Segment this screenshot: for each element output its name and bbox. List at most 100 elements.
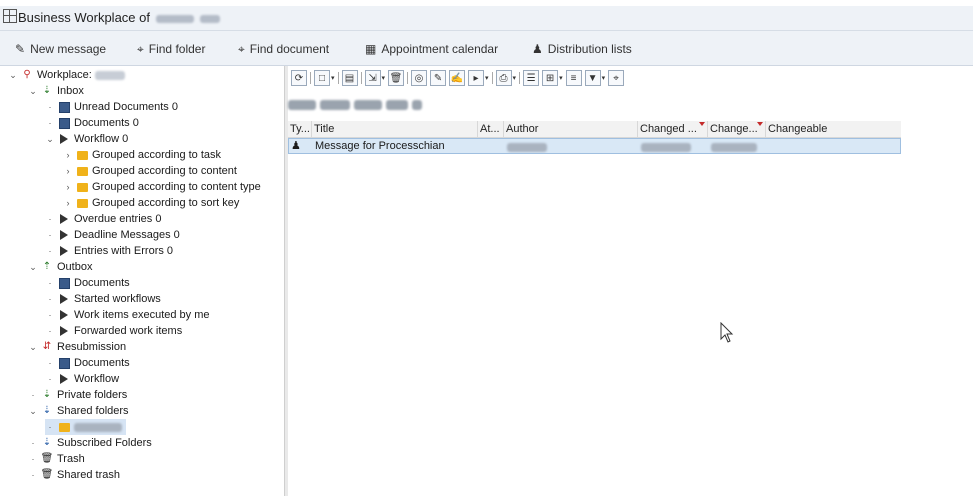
execute-icon[interactable]: ▸ bbox=[468, 70, 485, 86]
find-binoculars-icon[interactable]: ⌖ bbox=[608, 70, 625, 86]
tree-node-resubmission-documents[interactable]: · Documents bbox=[45, 355, 130, 371]
tree-node-subscribed-folders[interactable]: · ⇣ Subscribed Folders bbox=[28, 435, 152, 451]
new-message-button[interactable]: ✎ New message bbox=[15, 40, 106, 58]
tree-node-resubmission-workflow[interactable]: · Workflow bbox=[45, 371, 120, 387]
filter-icon[interactable]: ▼ bbox=[584, 70, 601, 86]
tree-node-outbox[interactable]: ⌄ ⇡ Outbox bbox=[28, 259, 92, 275]
column-header-attachment[interactable]: At... bbox=[478, 121, 504, 137]
tree-node-shared-folders[interactable]: ⌄ ⇣ Shared folders bbox=[28, 403, 129, 419]
appointment-calendar-label: Appointment calendar bbox=[381, 42, 499, 56]
collapse-chevron-icon[interactable]: ⌄ bbox=[28, 403, 38, 419]
tree-label: Trash bbox=[57, 453, 85, 465]
tree-node-deadline-messages[interactable]: · Deadline Messages 0 bbox=[45, 227, 180, 243]
tree-node-forwarded-work-items[interactable]: · Forwarded work items bbox=[45, 323, 183, 339]
collapse-chevron-icon[interactable]: ⌄ bbox=[28, 339, 38, 355]
find-folder-button[interactable]: ⌖ Find folder bbox=[137, 40, 205, 58]
tree-node-unread-documents[interactable]: · Unread Documents 0 bbox=[45, 99, 178, 115]
workflow-icon bbox=[58, 245, 70, 257]
print-icon[interactable]: ⎙ bbox=[495, 70, 512, 86]
find-document-label: Find document bbox=[249, 42, 330, 56]
document-icon[interactable]: □ bbox=[314, 70, 330, 86]
tree-node-entries-errors[interactable]: · Entries with Errors 0 bbox=[45, 243, 174, 259]
folder-icon bbox=[76, 165, 88, 177]
bullet-icon: · bbox=[31, 390, 35, 400]
expand-chevron-icon[interactable]: › bbox=[63, 179, 73, 195]
refresh-icon[interactable]: ⟳ bbox=[291, 70, 307, 86]
grid-header: Ty... Title At... Author Changed ... Cha… bbox=[288, 121, 901, 138]
dropdown-arrow-icon[interactable]: ▾ bbox=[485, 74, 489, 82]
expand-chevron-icon[interactable]: › bbox=[63, 163, 73, 179]
tree-label: Private folders bbox=[57, 389, 128, 401]
row-changed-date-redacted bbox=[639, 139, 709, 153]
tree-node-workflow[interactable]: ⌄ Workflow 0 bbox=[45, 131, 128, 147]
toolbar-separator bbox=[407, 72, 409, 84]
tree-node-shared-trash[interactable]: · 🗑 Shared trash bbox=[28, 467, 120, 483]
tree-label: Shared folders bbox=[57, 405, 129, 417]
dropdown-arrow-icon[interactable]: ▾ bbox=[602, 74, 606, 82]
tree-node-workplace[interactable]: ⌄ ⚲ Workplace: bbox=[8, 67, 125, 83]
tree-label: Subscribed Folders bbox=[57, 437, 152, 449]
sort-descending-icon bbox=[699, 122, 705, 126]
tree-label: Resubmission bbox=[57, 341, 127, 353]
tree-node-started-workflows[interactable]: · Started workflows bbox=[45, 291, 161, 307]
dropdown-arrow-icon[interactable]: ▾ bbox=[331, 74, 335, 82]
tree-node-grouped-sort-key[interactable]: › Grouped according to sort key bbox=[63, 195, 240, 211]
dropdown-arrow-icon[interactable]: ▾ bbox=[382, 74, 386, 82]
edit-document-icon[interactable]: ✍ bbox=[449, 70, 466, 86]
tree-node-work-items-executed[interactable]: · Work items executed by me bbox=[45, 307, 210, 323]
tree-node-grouped-content-type[interactable]: › Grouped according to content type bbox=[63, 179, 261, 195]
folder-icon bbox=[76, 149, 88, 161]
column-header-changed-time[interactable]: Change... bbox=[708, 121, 766, 137]
bullet-icon: · bbox=[48, 214, 52, 224]
tree-node-documents[interactable]: · Documents 0 bbox=[45, 115, 139, 131]
collapse-chevron-icon[interactable]: ⌄ bbox=[28, 83, 38, 99]
column-header-author[interactable]: Author bbox=[504, 121, 638, 137]
trash-icon: 🗑 bbox=[40, 469, 54, 480]
redacted-text bbox=[386, 100, 408, 110]
redacted-text bbox=[288, 100, 316, 110]
details-icon[interactable]: ☰ bbox=[523, 70, 540, 86]
move-icon[interactable]: ⇲ bbox=[364, 70, 381, 86]
column-header-changeable[interactable]: Changeable bbox=[766, 121, 901, 137]
table-row[interactable]: ♟ Message for Processchian bbox=[288, 138, 901, 154]
column-header-title[interactable]: Title bbox=[312, 121, 478, 137]
tree-node-trash[interactable]: · 🗑 Trash bbox=[28, 451, 85, 467]
tree-node-inbox[interactable]: ⌄ ⇣ Inbox bbox=[28, 83, 84, 99]
dropdown-arrow-icon[interactable]: ▾ bbox=[513, 74, 517, 82]
subscribed-folder-icon: ⇣ bbox=[42, 437, 52, 448]
dropdown-arrow-icon[interactable]: ▾ bbox=[559, 74, 563, 82]
binoculars-icon: ⌖ bbox=[137, 41, 144, 56]
window-menu-icon[interactable] bbox=[3, 9, 17, 23]
collapse-chevron-icon[interactable]: ⌄ bbox=[8, 67, 18, 83]
edit-pencil-icon[interactable]: ✎ bbox=[430, 70, 447, 86]
inbox-tray-icon[interactable]: ▤ bbox=[341, 70, 358, 86]
tree-node-outbox-documents[interactable]: · Documents bbox=[45, 275, 130, 291]
tree-node-grouped-task[interactable]: › Grouped according to task bbox=[63, 147, 222, 163]
tree-node-overdue-entries[interactable]: · Overdue entries 0 bbox=[45, 211, 162, 227]
tree-label: Deadline Messages 0 bbox=[74, 229, 180, 241]
tree-node-shared-subfolder[interactable]: · bbox=[45, 419, 126, 435]
document-list-grid: Ty... Title At... Author Changed ... Cha… bbox=[288, 121, 901, 154]
tree-node-resubmission[interactable]: ⌄ ⇵ Resubmission bbox=[28, 339, 126, 355]
layout-icon[interactable]: ⊞ bbox=[542, 70, 559, 86]
column-header-changed-date[interactable]: Changed ... bbox=[638, 121, 708, 137]
sort-icon[interactable]: ≡ bbox=[565, 70, 582, 86]
collapse-chevron-icon[interactable]: ⌄ bbox=[45, 131, 55, 147]
expand-chevron-icon[interactable]: › bbox=[63, 195, 73, 211]
tree-node-grouped-content[interactable]: › Grouped according to content bbox=[63, 163, 237, 179]
bullet-icon: · bbox=[48, 310, 52, 320]
tree-label: Grouped according to task bbox=[92, 149, 222, 161]
distribution-lists-button[interactable]: ♟ Distribution lists bbox=[532, 40, 632, 58]
bullet-icon: · bbox=[31, 438, 35, 448]
expand-chevron-icon[interactable]: › bbox=[63, 147, 73, 163]
display-icon[interactable]: ◎ bbox=[411, 70, 428, 86]
column-header-type[interactable]: Ty... bbox=[288, 121, 312, 137]
collapse-chevron-icon[interactable]: ⌄ bbox=[28, 259, 38, 275]
appointment-calendar-button[interactable]: ▦ Appointment calendar bbox=[365, 40, 498, 58]
tree-label: Grouped according to content bbox=[92, 165, 237, 177]
window-title: Business Workplace of bbox=[18, 10, 220, 25]
delete-icon[interactable]: 🗑 bbox=[388, 70, 405, 86]
bullet-icon: · bbox=[48, 374, 52, 384]
find-document-button[interactable]: ⌖ Find document bbox=[238, 40, 329, 58]
tree-node-private-folders[interactable]: · ⇣ Private folders bbox=[28, 387, 128, 403]
